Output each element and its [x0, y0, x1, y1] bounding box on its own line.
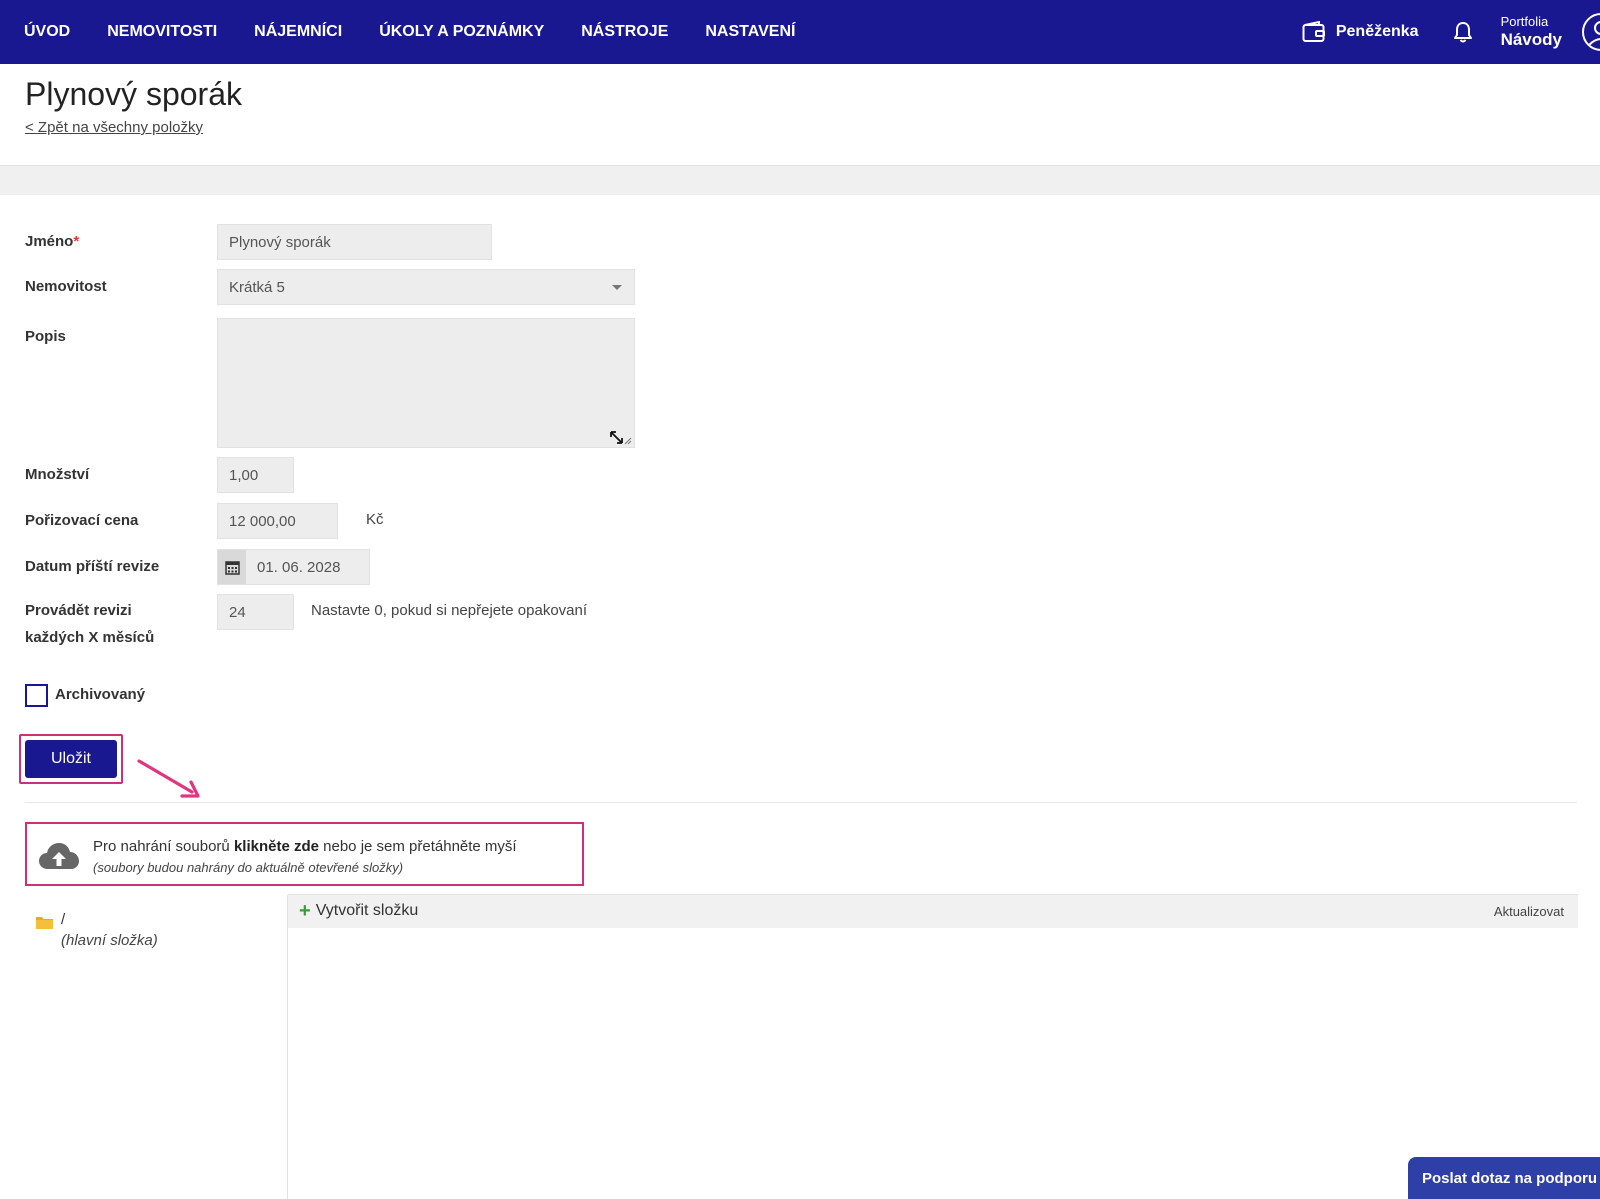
price-input-value: 12 000,00 [229, 512, 296, 530]
annotation-arrow [137, 759, 200, 798]
name-input[interactable]: Plynový sporák [217, 224, 492, 260]
upload-dropzone[interactable]: Pro nahrání souborů klikněte zde nebo je… [25, 822, 584, 886]
nav-item-uvod[interactable]: ÚVOD [24, 23, 70, 41]
upload-click-here[interactable]: klikněte zde [234, 838, 319, 855]
archived-label: Archivovaný [55, 686, 146, 703]
revision-date-label: Datum příští revize [25, 558, 160, 575]
name-label-text: Jméno [25, 233, 74, 250]
tree-root-label[interactable]: (hlavní složka) [61, 932, 158, 949]
nav-item-ukoly[interactable]: ÚKOLY A POZNÁMKY [379, 23, 544, 41]
name-input-value: Plynový sporák [229, 233, 331, 251]
header-card: Plynový sporák < Zpět na všechny položky [0, 64, 1600, 166]
wallet-link[interactable]: Peněženka [1302, 21, 1419, 43]
chevron-down-icon [612, 285, 622, 290]
quantity-input-value: 1,00 [229, 466, 259, 484]
interval-label-line1: Provádět revizi [25, 602, 132, 619]
files-toolbar: + Vytvořit složku Aktualizovat [288, 894, 1578, 928]
folder-tree: / (hlavní složka) [25, 895, 288, 1199]
name-label: Jméno* [25, 228, 79, 255]
portfolio-caption: Portfolia [1500, 13, 1549, 29]
interval-input[interactable]: 24 [217, 594, 294, 630]
interval-hint: Nastavte 0, pokud si nepřejete opakovaní [311, 602, 588, 619]
upload-text-after: nebo je sem přetáhněte myší [318, 838, 517, 855]
archived-checkbox[interactable] [25, 684, 48, 707]
main-card: Jméno* Plynový sporák Nemovitost Krátká … [0, 195, 1600, 1199]
folder-icon [36, 917, 53, 929]
page-title: Plynový sporák [25, 76, 242, 112]
upload-text-before: Pro nahrání souborů [93, 838, 234, 855]
notifications-button[interactable] [1453, 21, 1473, 43]
save-button[interactable]: Uložit [25, 740, 117, 778]
revision-date-input[interactable]: 01. 06. 2028 [217, 549, 370, 585]
price-input[interactable]: 12 000,00 [217, 503, 338, 539]
nav-item-najemnici[interactable]: NÁJEMNÍCI [254, 23, 342, 41]
description-textarea[interactable] [217, 318, 635, 448]
create-folder-button[interactable]: + Vytvořit složku [299, 900, 419, 922]
upload-subtext: (soubory budou nahrány do aktuálně otevř… [93, 860, 404, 875]
resize-handle-icon[interactable] [610, 431, 632, 445]
calendar-icon [224, 560, 240, 575]
back-link[interactable]: < Zpět na všechny položky [25, 119, 203, 136]
description-label: Popis [25, 328, 66, 345]
cloud-upload-icon [39, 843, 79, 869]
upload-instruction: Pro nahrání souborů klikněte zde nebo je… [93, 838, 517, 855]
quantity-input[interactable]: 1,00 [217, 457, 294, 493]
interval-input-value: 24 [229, 603, 246, 621]
user-avatar[interactable] [1582, 13, 1600, 51]
interval-label: Provádět revizi každých X měsíců [25, 597, 154, 651]
price-unit: Kč [366, 511, 384, 528]
calendar-button[interactable] [218, 550, 246, 584]
top-navigation: ÚVOD NEMOVITOSTI NÁJEMNÍCI ÚKOLY A POZNÁ… [0, 0, 1600, 64]
nav-item-nemovitosti[interactable]: NEMOVITOSTI [107, 23, 217, 41]
support-button[interactable]: Poslat dotaz na podporu [1408, 1157, 1600, 1199]
user-icon [1588, 21, 1600, 46]
nav-right: Peněženka Portfolia Návody [1302, 0, 1600, 64]
section-divider [25, 802, 1577, 803]
plus-icon: + [299, 900, 311, 922]
bell-icon [1453, 22, 1472, 43]
tree-root-folder[interactable]: / [61, 911, 65, 928]
create-folder-label: Vytvořit složku [315, 902, 419, 919]
required-mark: * [73, 233, 80, 250]
quantity-label: Množství [25, 466, 90, 483]
wallet-icon [1302, 21, 1325, 42]
interval-label-line2: každých X měsíců [25, 629, 155, 646]
nav-item-nastroje[interactable]: NÁSTROJE [581, 23, 668, 41]
property-label: Nemovitost [25, 278, 107, 295]
refresh-button[interactable]: Aktualizovat [1494, 904, 1564, 919]
wallet-label: Peněženka [1335, 23, 1419, 40]
revision-date-value: 01. 06. 2028 [257, 558, 341, 576]
price-label: Pořizovací cena [25, 512, 139, 529]
property-select-value: Krátká 5 [229, 278, 285, 296]
property-select[interactable]: Krátká 5 [217, 269, 635, 305]
portfolio-switcher[interactable]: Portfolia Návody [1500, 13, 1562, 49]
nav-item-nastaveni[interactable]: NASTAVENÍ [705, 23, 795, 41]
portfolio-name: Návody [1500, 29, 1562, 49]
